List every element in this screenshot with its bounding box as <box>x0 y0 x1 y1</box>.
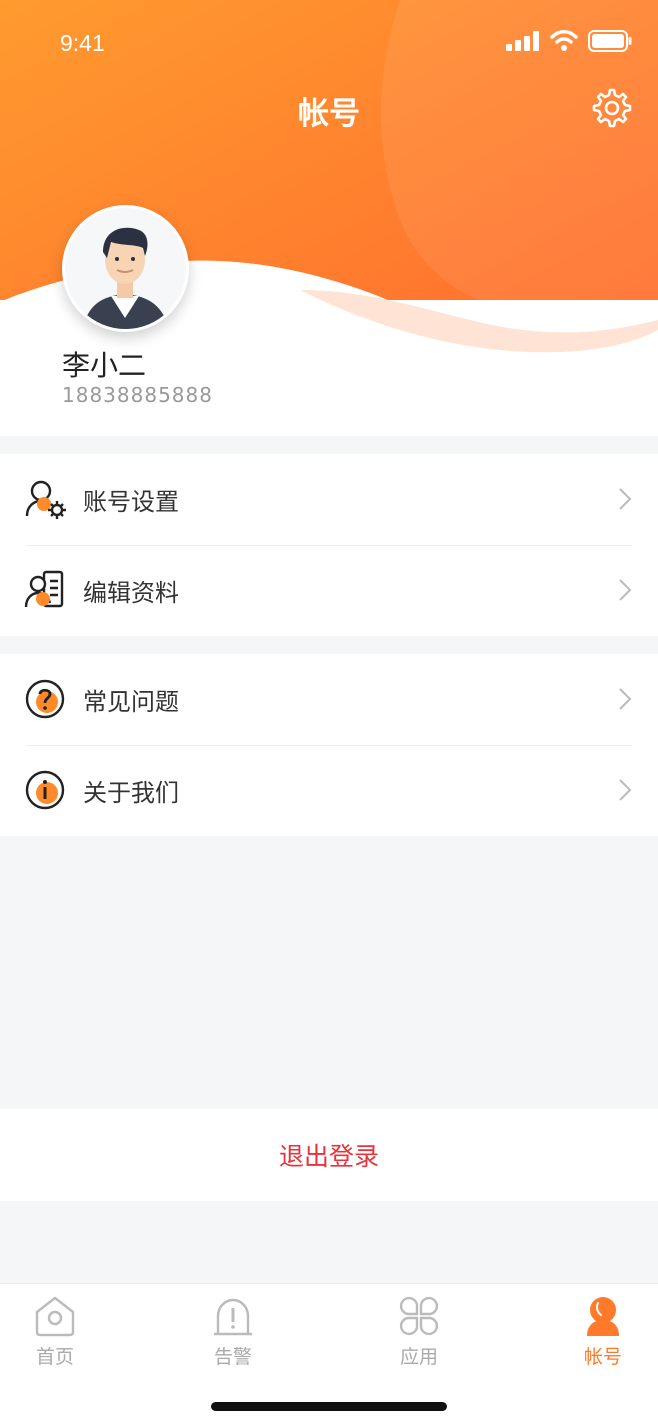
chevron-right-icon <box>619 488 632 510</box>
home-indicator <box>211 1402 447 1411</box>
menu-item-label: 关于我们 <box>83 779 179 807</box>
home-icon <box>35 1296 75 1337</box>
chevron-right-icon <box>619 579 632 601</box>
tab-label: 告警 <box>213 1346 252 1368</box>
profile-name: 李小二 <box>62 349 147 382</box>
menu-item-label: 编辑资料 <box>83 579 179 607</box>
tab-label: 首页 <box>35 1346 74 1368</box>
wifi-icon <box>550 30 578 51</box>
info-icon <box>25 770 65 810</box>
tab-account[interactable]: 帐号 <box>548 1294 658 1374</box>
edit-profile-icon <box>24 570 64 608</box>
menu-group-account: 账号设置 编辑资料 <box>0 454 658 636</box>
settings-gear-icon[interactable] <box>590 86 634 130</box>
status-time: 9:41 <box>60 30 105 56</box>
tab-alarm[interactable]: 告警 <box>178 1294 288 1374</box>
tab-apps[interactable]: 应用 <box>364 1294 474 1374</box>
menu-item-faq[interactable]: 常见问题 <box>0 654 658 745</box>
signal-icon <box>506 31 539 51</box>
status-bar: 9:41 <box>0 0 658 86</box>
menu-group-help: 常见问题 关于我们 <box>0 654 658 836</box>
tab-home[interactable]: 首页 <box>0 1294 110 1374</box>
apps-icon <box>399 1296 439 1336</box>
menu-item-label: 常见问题 <box>83 688 179 716</box>
tab-label: 帐号 <box>583 1346 622 1368</box>
menu-item-account-settings[interactable]: 账号设置 <box>0 454 658 545</box>
avatar[interactable] <box>62 205 189 332</box>
chevron-right-icon <box>619 688 632 710</box>
account-icon <box>587 1297 619 1336</box>
menu-item-edit-profile[interactable]: 编辑资料 <box>0 545 658 636</box>
menu-item-about-us[interactable]: 关于我们 <box>0 745 658 836</box>
tab-label: 应用 <box>399 1346 438 1368</box>
user-avatar-illustration <box>65 208 185 329</box>
menu-item-label: 账号设置 <box>83 488 179 516</box>
profile-phone: 18838885888 <box>62 383 213 407</box>
chevron-right-icon <box>619 779 632 801</box>
battery-icon <box>588 30 632 52</box>
logout-button[interactable]: 退出登录 <box>0 1109 658 1201</box>
user-settings-icon <box>25 480 66 519</box>
alarm-icon <box>214 1298 252 1336</box>
page-title: 帐号 <box>298 96 360 132</box>
question-icon <box>25 679 65 719</box>
